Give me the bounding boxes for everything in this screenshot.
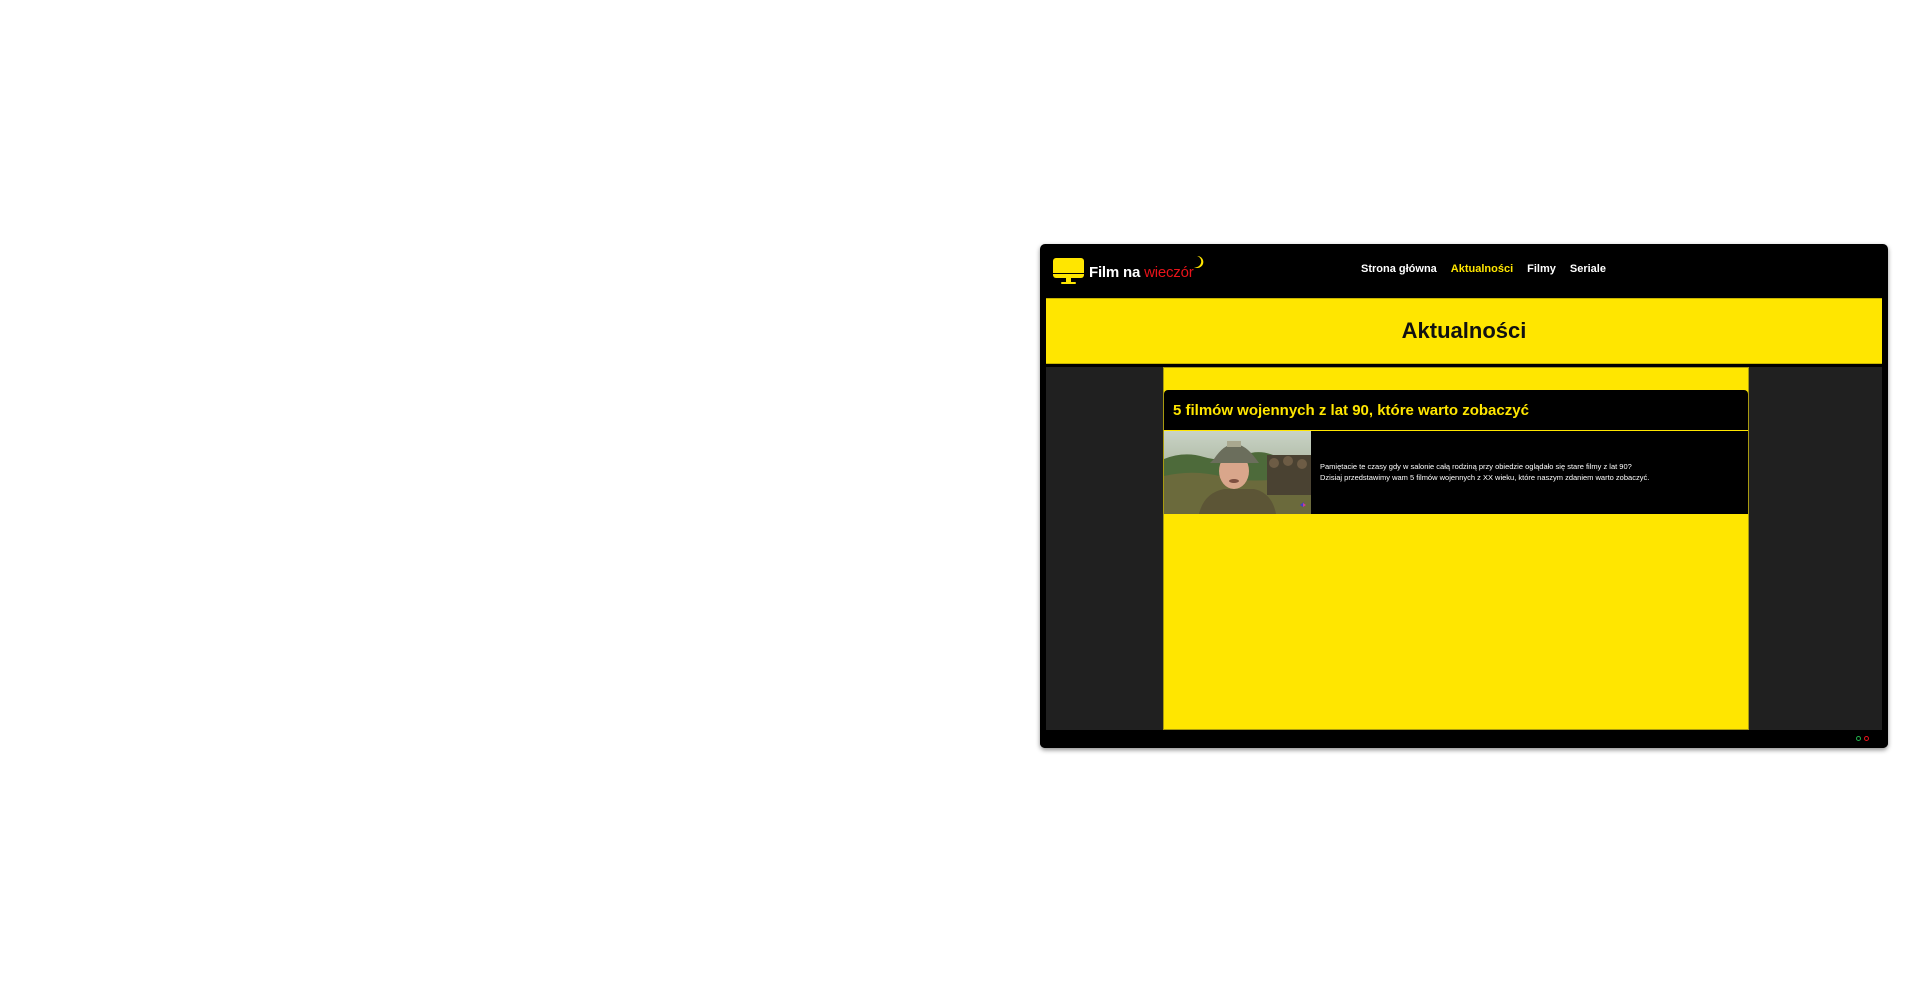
article-thumbnail[interactable]	[1164, 431, 1311, 514]
red-circle-icon	[1864, 736, 1869, 741]
moon-icon	[1194, 255, 1204, 268]
browser-window: Film na wieczór Strona główna Aktualnośc…	[1040, 244, 1888, 748]
navbar: Film na wieczór Strona główna Aktualnośc…	[1040, 244, 1888, 296]
page-title: Aktualności	[1401, 318, 1527, 343]
logo-name-main: Film na	[1089, 263, 1141, 281]
menu-item-home[interactable]: Strona główna	[1361, 263, 1437, 275]
article-title[interactable]: 5 filmów wojennych z lat 90, które warto…	[1173, 402, 1529, 419]
news-column: 5 filmów wojennych z lat 90, które warto…	[1163, 367, 1749, 730]
logo-name-accent: wieczór	[1144, 263, 1194, 281]
logo-text: Film na wieczór	[1089, 264, 1194, 281]
article-title-bar: 5 filmów wojennych z lat 90, które warto…	[1164, 390, 1748, 431]
footer-bar	[1040, 733, 1888, 748]
menu-item-news[interactable]: Aktualności	[1451, 263, 1513, 275]
article-excerpt: Pamiętacie te czasy gdy w salonie całą r…	[1320, 462, 1649, 514]
logo[interactable]: Film na wieczór	[1053, 255, 1204, 286]
monitor-icon	[1053, 258, 1084, 286]
article-excerpt-line-1: Pamiętacie te czasy gdy w salonie całą r…	[1320, 462, 1632, 471]
page-header: Aktualności	[1046, 298, 1882, 364]
green-circle-icon	[1856, 736, 1861, 741]
article-body: Pamiętacie te czasy gdy w salonie całą r…	[1164, 431, 1748, 514]
news-article[interactable]: 5 filmów wojennych z lat 90, które warto…	[1164, 390, 1748, 514]
menu-item-series[interactable]: Seriale	[1570, 263, 1606, 275]
menu-item-movies[interactable]: Filmy	[1527, 263, 1556, 275]
status-indicators	[1856, 736, 1869, 741]
main-menu: Strona główna Aktualności Filmy Seriale	[1361, 263, 1606, 275]
article-excerpt-line-2: Dzisiaj przedstawimy wam 5 filmów wojenn…	[1320, 472, 1650, 482]
main-content: 5 filmów wojennych z lat 90, które warto…	[1046, 367, 1882, 730]
